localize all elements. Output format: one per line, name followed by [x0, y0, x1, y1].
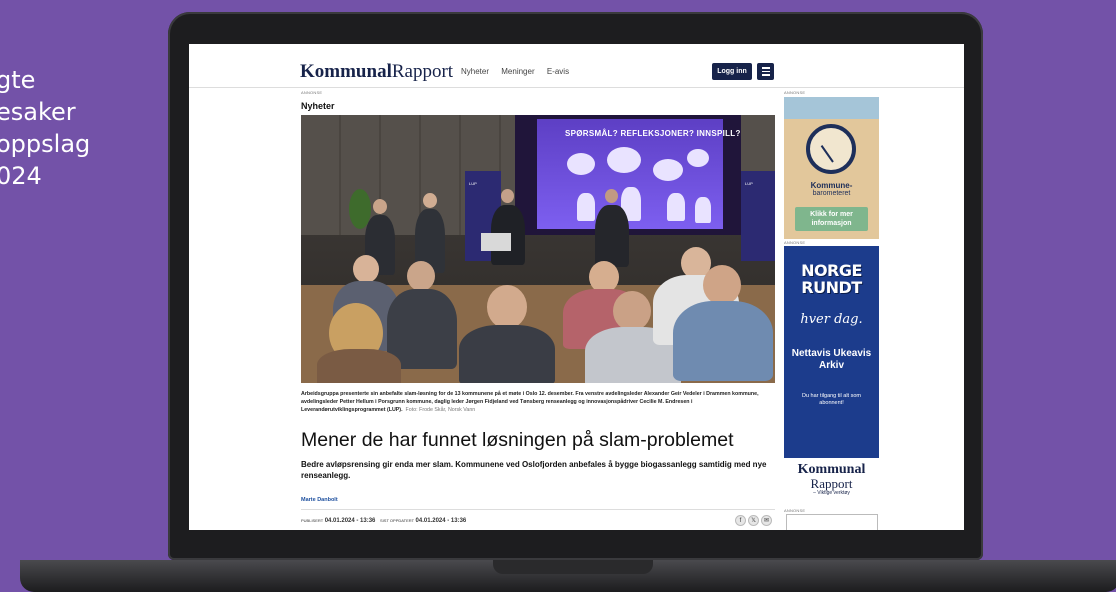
article-meta: PUBLISERT 04.01.2024 - 13:36 SIST OPPDAT… [301, 518, 467, 524]
promo-line: gte [0, 66, 36, 94]
ad-label: ANNONSE [301, 90, 323, 95]
site-header: KommunalRapport Nyheter Meninger E-avis … [189, 44, 964, 88]
led-screen: SPØRSMÅL? REFLEKSJONER? INNSPILL? [515, 115, 741, 235]
divider [301, 509, 775, 510]
nav-item-e-avis[interactable]: E-avis [547, 67, 569, 76]
norge-rundt-ad[interactable]: NORGE RUNDT hver dag. Nettavis Ukeavis A… [784, 246, 879, 458]
slide-text: SPØRSMÅL? REFLEKSJONER? INNSPILL? [565, 129, 741, 138]
promo-line: oppslag [0, 130, 91, 158]
author-link[interactable]: Marte Danbolt [301, 497, 338, 503]
brand-logo[interactable]: Kommunal Rapport – Viktige verktøy [784, 463, 879, 497]
promo-line: 024 [0, 162, 42, 190]
email-share-icon[interactable]: ✉ [761, 515, 772, 526]
roll-up-banner: LUP [741, 171, 775, 261]
browser-screen: KommunalRapport Nyheter Meninger E-avis … [189, 44, 964, 530]
site-logo[interactable]: KommunalRapport [300, 61, 453, 83]
x-share-icon[interactable]: 𝕏 [748, 515, 759, 526]
promo-line: esaker [0, 98, 76, 126]
barometer-cta-button[interactable]: Klikk for mer informasjon [795, 207, 868, 231]
photo-credit: Foto: Frode Skår, Norsk Vann [405, 407, 476, 413]
ad-label: ANNONSE [784, 90, 806, 95]
barometer-ad[interactable]: Kommune-barometeret Klikk for mer inform… [784, 97, 879, 239]
nav-item-nyheter[interactable]: Nyheter [461, 67, 489, 76]
main-nav: Nyheter Meninger E-avis [461, 67, 579, 76]
article-lead: Bedre avløpsrensing gir enda mer slam. K… [301, 460, 767, 480]
laptop-notch [493, 560, 653, 574]
ad-label: ANNONSE [784, 240, 806, 245]
article-headline: Mener de har funnet løsningen på slam-pr… [301, 429, 734, 451]
promo-text: gte esaker oppslag 024 [0, 64, 156, 192]
ad-placeholder[interactable] [786, 514, 878, 530]
hero-photo: SPØRSMÅL? REFLEKSJONER? INNSPILL? LUP LU… [301, 115, 775, 383]
menu-icon[interactable] [757, 63, 774, 80]
nav-item-meninger[interactable]: Meninger [501, 67, 534, 76]
photo-caption: Arbeidsgruppa presenterte sin anbefalte … [301, 391, 759, 413]
section-label[interactable]: Nyheter [301, 101, 335, 111]
ad-label: ANNONSE [784, 508, 806, 513]
gauge-icon [806, 124, 856, 174]
facebook-share-icon[interactable]: f [735, 515, 746, 526]
login-button[interactable]: Logg inn [712, 63, 752, 80]
